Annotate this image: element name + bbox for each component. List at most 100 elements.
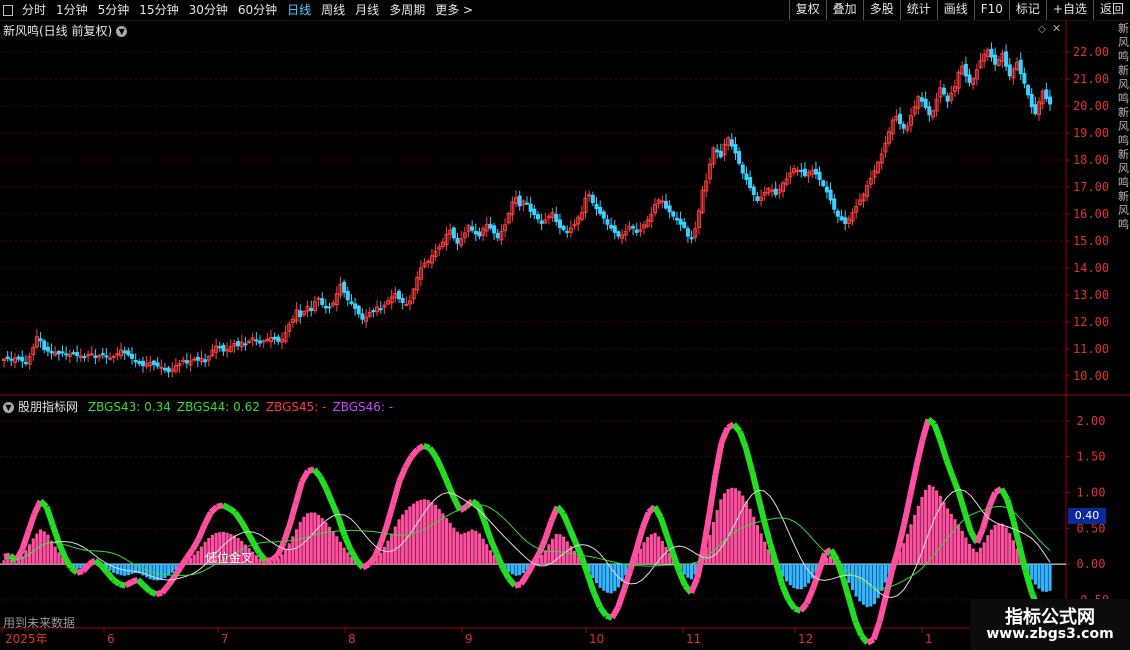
- candle-body: [517, 195, 522, 207]
- date-label: 2025年: [5, 632, 48, 646]
- candle-body: [843, 217, 848, 224]
- histogram-bar: [126, 564, 130, 576]
- price-tick-label: 17.00: [1073, 180, 1109, 194]
- histogram-bar: [964, 537, 968, 565]
- histogram-bar: [785, 564, 789, 582]
- histogram-bar: [163, 564, 167, 579]
- oscillator-segment: [609, 605, 621, 620]
- histogram-bar: [192, 554, 196, 565]
- chevron-down-icon[interactable]: ▼: [3, 402, 14, 413]
- price-tick-label: 21.00: [1073, 72, 1109, 86]
- oscillator-segment: [269, 553, 280, 563]
- oscillator-segment: [514, 581, 522, 589]
- oscillator-segment: [396, 466, 409, 483]
- histogram-bar: [437, 508, 441, 565]
- histogram-bar: [397, 519, 401, 565]
- oscillator-segment: [986, 491, 999, 508]
- histogram-bar: [166, 564, 171, 576]
- candle-body: [1026, 84, 1031, 96]
- candle-body: [184, 360, 189, 364]
- histogram-bar: [518, 564, 522, 576]
- histogram-bar: [324, 522, 328, 565]
- histogram-bar: [850, 564, 855, 590]
- oscillator-segment: [566, 527, 579, 544]
- oscillator-segment: [931, 423, 944, 442]
- oscillator-segment: [341, 534, 354, 551]
- candle-body: [342, 281, 347, 293]
- candle-body: [426, 260, 431, 263]
- candle-body: [159, 366, 164, 369]
- candle-body: [817, 171, 822, 180]
- oscillator-segment: [846, 599, 859, 623]
- candle-body: [528, 203, 533, 212]
- oscillator-segment: [779, 584, 792, 602]
- oscillator-segment: [943, 459, 956, 478]
- histogram-bar: [788, 564, 792, 586]
- histogram-bar: [331, 531, 335, 565]
- histogram-bar: [459, 534, 463, 565]
- histogram-bar: [744, 501, 749, 565]
- candle-body: [755, 196, 760, 202]
- candle-body: [963, 63, 968, 77]
- histogram-bar: [1048, 564, 1052, 591]
- histogram-bar: [543, 550, 547, 565]
- histogram-bar: [989, 529, 994, 565]
- candle-body: [1022, 73, 1027, 84]
- price-tick-label: 10.00: [1073, 369, 1109, 383]
- ma-line-white: [3, 488, 1051, 599]
- price-tick-label: 18.00: [1073, 153, 1109, 167]
- histogram-bar: [653, 532, 657, 565]
- candle-body: [945, 95, 950, 102]
- oscillator-segment: [718, 426, 731, 444]
- histogram-bar: [711, 521, 716, 565]
- oscillator-segment: [542, 520, 555, 540]
- candle-body: [400, 298, 405, 303]
- candle-body: [671, 211, 676, 217]
- legend-item-3: ZBGS46: -: [332, 400, 394, 414]
- candle-body: [155, 362, 160, 367]
- histogram-bar: [2, 560, 6, 565]
- candle-body: [276, 336, 281, 342]
- histogram-bar: [444, 518, 449, 565]
- candle-body: [605, 219, 610, 225]
- oscillator-segment: [62, 555, 74, 570]
- histogram-bar: [561, 536, 566, 565]
- candle-body: [802, 168, 807, 177]
- candle-body: [309, 307, 314, 312]
- oscillator-segment: [227, 505, 237, 515]
- oscillator-segment: [974, 527, 986, 544]
- candle-body: [835, 210, 840, 217]
- candle-body: [609, 224, 614, 229]
- candle-body: [104, 355, 109, 358]
- candle-body: [473, 230, 478, 235]
- oscillator-segment: [238, 519, 250, 534]
- histogram-bar: [254, 555, 258, 565]
- candle-body: [667, 205, 672, 213]
- histogram-bar: [284, 549, 288, 565]
- histogram-bar: [975, 552, 979, 565]
- candle-body: [451, 227, 456, 239]
- oscillator-segment: [221, 502, 231, 511]
- legend-item-0: ZBGS43: 0.34: [87, 400, 171, 414]
- oscillator-segment: [859, 633, 870, 645]
- oscillator-segment: [597, 605, 609, 618]
- histogram-bar: [613, 564, 617, 592]
- histogram-bar: [57, 552, 61, 565]
- candle-body: [532, 208, 537, 216]
- candle-body: [203, 359, 208, 363]
- histogram-bar: [927, 484, 931, 565]
- oscillator-segment: [293, 480, 305, 504]
- candle-body: [682, 221, 687, 228]
- oscillator-segment: [165, 575, 177, 588]
- oscillator-segment: [901, 495, 914, 526]
- candle-body: [71, 352, 76, 355]
- price-tick-label: 16.00: [1073, 207, 1109, 221]
- candle-body: [729, 139, 734, 147]
- oscillator-segment: [354, 558, 366, 570]
- price-tick-label: 11.00: [1073, 342, 1109, 356]
- oscillator-segment: [706, 474, 719, 515]
- date-label: 11: [686, 632, 701, 646]
- oscillator-segment: [433, 455, 445, 471]
- candle-body: [356, 305, 361, 315]
- oscillator-segment: [422, 443, 431, 451]
